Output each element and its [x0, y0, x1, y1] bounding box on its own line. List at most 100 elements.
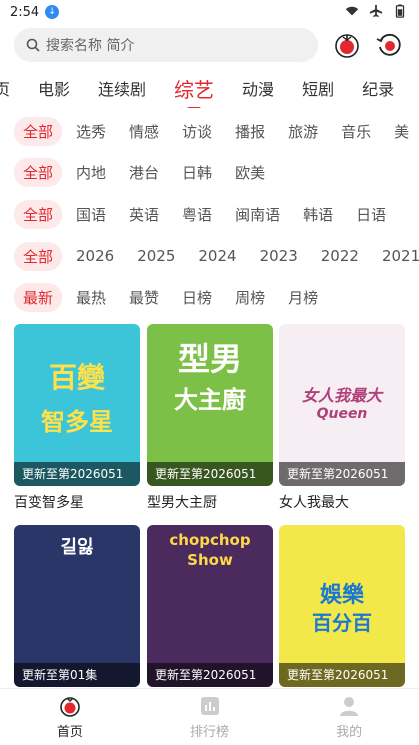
tab-home[interactable]: 页: [0, 76, 24, 100]
filter-chip[interactable]: 英语: [120, 200, 168, 229]
filter-chip[interactable]: 韩语: [294, 200, 342, 229]
filter-chip[interactable]: 全部: [14, 116, 63, 146]
tab-variety[interactable]: 综艺: [160, 74, 228, 108]
filter-chip[interactable]: 最热: [67, 283, 115, 312]
filter-chip[interactable]: 日韩: [173, 158, 221, 187]
filter-type-row: 全部 选秀 情感 访谈 播报 旅游 音乐 美: [14, 116, 419, 146]
filter-chip[interactable]: 港台: [120, 158, 168, 187]
filter-region-row: 全部 内地 港台 日韩 欧美: [14, 157, 419, 187]
show-card[interactable]: 百變 智多星 更新至第2026051 百变智多星: [14, 324, 140, 512]
filter-chip[interactable]: 全部: [14, 157, 63, 187]
filter-language-row: 全部 国语 英语 粤语 闽南语 韩语 日语: [14, 199, 419, 229]
poster-art-top: chopchop: [169, 531, 251, 549]
filter-chip[interactable]: 月榜: [279, 283, 327, 312]
filter-chip[interactable]: 最赞: [120, 283, 168, 312]
search-input[interactable]: 搜索名称 简介: [14, 28, 318, 62]
filter-year-row: 全部 2026 2025 2024 2023 2022 2021: [14, 241, 419, 271]
show-card[interactable]: 娛樂 百分百 更新至第2026051: [279, 525, 405, 687]
show-card[interactable]: chopchop Show 更新至第2026051: [147, 525, 273, 687]
poster-1: 型男 大主廚 更新至第2026051: [147, 324, 273, 486]
tab-short-drama[interactable]: 短剧: [288, 76, 348, 100]
filter-chip[interactable]: 闽南语: [226, 200, 289, 229]
poster-4: chopchop Show 更新至第2026051: [147, 525, 273, 687]
tab-anime[interactable]: 动漫: [228, 76, 288, 100]
poster-3: 길잃 更新至第01集: [14, 525, 140, 687]
filter-chip[interactable]: 2023: [251, 243, 307, 269]
poster-art-bottom: 百分百: [312, 611, 372, 635]
poster-0: 百變 智多星 更新至第2026051: [14, 324, 140, 486]
nav-ranking[interactable]: 排行榜: [140, 689, 280, 745]
battery-icon: [395, 4, 405, 18]
filter-chip[interactable]: 日语: [347, 200, 395, 229]
refresh-history-button[interactable]: [374, 30, 404, 60]
tab-movie[interactable]: 电影: [24, 76, 84, 100]
nav-home-label: 首页: [56, 725, 83, 740]
filter-chip[interactable]: 国语: [67, 200, 115, 229]
bar-chart-icon: [200, 697, 219, 715]
filter-chip[interactable]: 内地: [67, 158, 115, 187]
update-badge: 更新至第2026051: [14, 462, 140, 486]
filter-sort-row: 最新 最热 最赞 日榜 周榜 月榜: [14, 282, 419, 312]
download-icon: ↓: [45, 5, 60, 19]
nav-home[interactable]: 首页: [0, 689, 140, 745]
update-badge: 更新至第2026051: [147, 663, 273, 687]
user-icon: [340, 697, 359, 716]
poster-art-bottom: 智多星: [41, 408, 113, 436]
tomato-history-icon: [335, 34, 359, 58]
wifi-icon: [345, 6, 359, 16]
filter-chip[interactable]: 2024: [189, 243, 245, 269]
filter-chip[interactable]: 2021: [373, 243, 419, 269]
filter-chip[interactable]: 旅游: [279, 117, 327, 146]
show-title: 女人我最大: [279, 495, 349, 511]
update-badge: 更新至第2026051: [279, 462, 405, 486]
filter-chip[interactable]: 美: [385, 117, 418, 146]
filter-chip[interactable]: 2022: [312, 243, 368, 269]
search-placeholder: 搜索名称 简介: [46, 38, 135, 54]
filter-chip[interactable]: 全部: [14, 199, 63, 229]
show-card[interactable]: 길잃 更新至第01集: [14, 525, 140, 687]
filter-chip[interactable]: 2025: [128, 243, 184, 269]
update-badge: 更新至第01集: [14, 663, 140, 687]
filter-chip[interactable]: 最新: [14, 282, 63, 312]
status-icons: [345, 4, 407, 18]
filter-chip[interactable]: 周榜: [226, 283, 274, 312]
airplane-icon: [369, 4, 383, 18]
poster-5: 娛樂 百分百 更新至第2026051: [279, 525, 405, 687]
category-tabs: 页 电影 连续剧 综艺 动漫 短剧 纪录: [0, 68, 419, 108]
filter-chip[interactable]: 选秀: [67, 117, 115, 146]
show-title: 百变智多星: [14, 495, 84, 511]
filter-chip[interactable]: 欧美: [226, 158, 274, 187]
filter-chip[interactable]: 访谈: [173, 117, 221, 146]
search-icon: [26, 38, 40, 52]
filter-chip[interactable]: 音乐: [332, 117, 380, 146]
show-title: 型男大主厨: [147, 495, 217, 511]
filter-chip[interactable]: 全部: [14, 241, 63, 271]
nav-profile[interactable]: 我的: [279, 689, 419, 745]
poster-art-bottom: 大主廚: [174, 386, 246, 414]
bottom-nav: 首页 排行榜 我的: [0, 688, 419, 745]
poster-art-top: 길잃: [60, 537, 94, 558]
poster-art-top: 女人我最大: [301, 386, 382, 405]
update-badge: 更新至第2026051: [147, 462, 273, 486]
filter-chip[interactable]: 情感: [120, 117, 168, 146]
show-card[interactable]: 女人我最大 Queen 更新至第2026051 女人我最大: [279, 324, 405, 512]
tab-series[interactable]: 连续剧: [84, 76, 160, 100]
history-button[interactable]: [332, 30, 362, 60]
poster-art-bottom: Show: [187, 551, 233, 569]
poster-2: 女人我最大 Queen 更新至第2026051: [279, 324, 405, 486]
poster-art-top: 型男: [177, 340, 242, 378]
nav-ranking-label: 排行榜: [190, 725, 230, 740]
poster-art-top: 娛樂: [319, 583, 364, 608]
status-bar: 2:54 ↓: [0, 0, 419, 24]
tab-documentary[interactable]: 纪录: [348, 76, 408, 100]
filter-chip[interactable]: 播报: [226, 117, 274, 146]
nav-profile-label: 我的: [336, 725, 363, 740]
filter-chip[interactable]: 日榜: [173, 283, 221, 312]
poster-art-top: 百變: [48, 361, 105, 394]
filter-chip[interactable]: 粤语: [173, 200, 221, 229]
show-card[interactable]: 型男 大主廚 更新至第2026051 型男大主厨: [147, 324, 273, 512]
tomato-home-icon: [60, 697, 80, 717]
search-row: 搜索名称 简介: [14, 28, 406, 62]
filter-chip[interactable]: 2026: [67, 243, 123, 269]
history-clock-icon: [376, 33, 401, 56]
